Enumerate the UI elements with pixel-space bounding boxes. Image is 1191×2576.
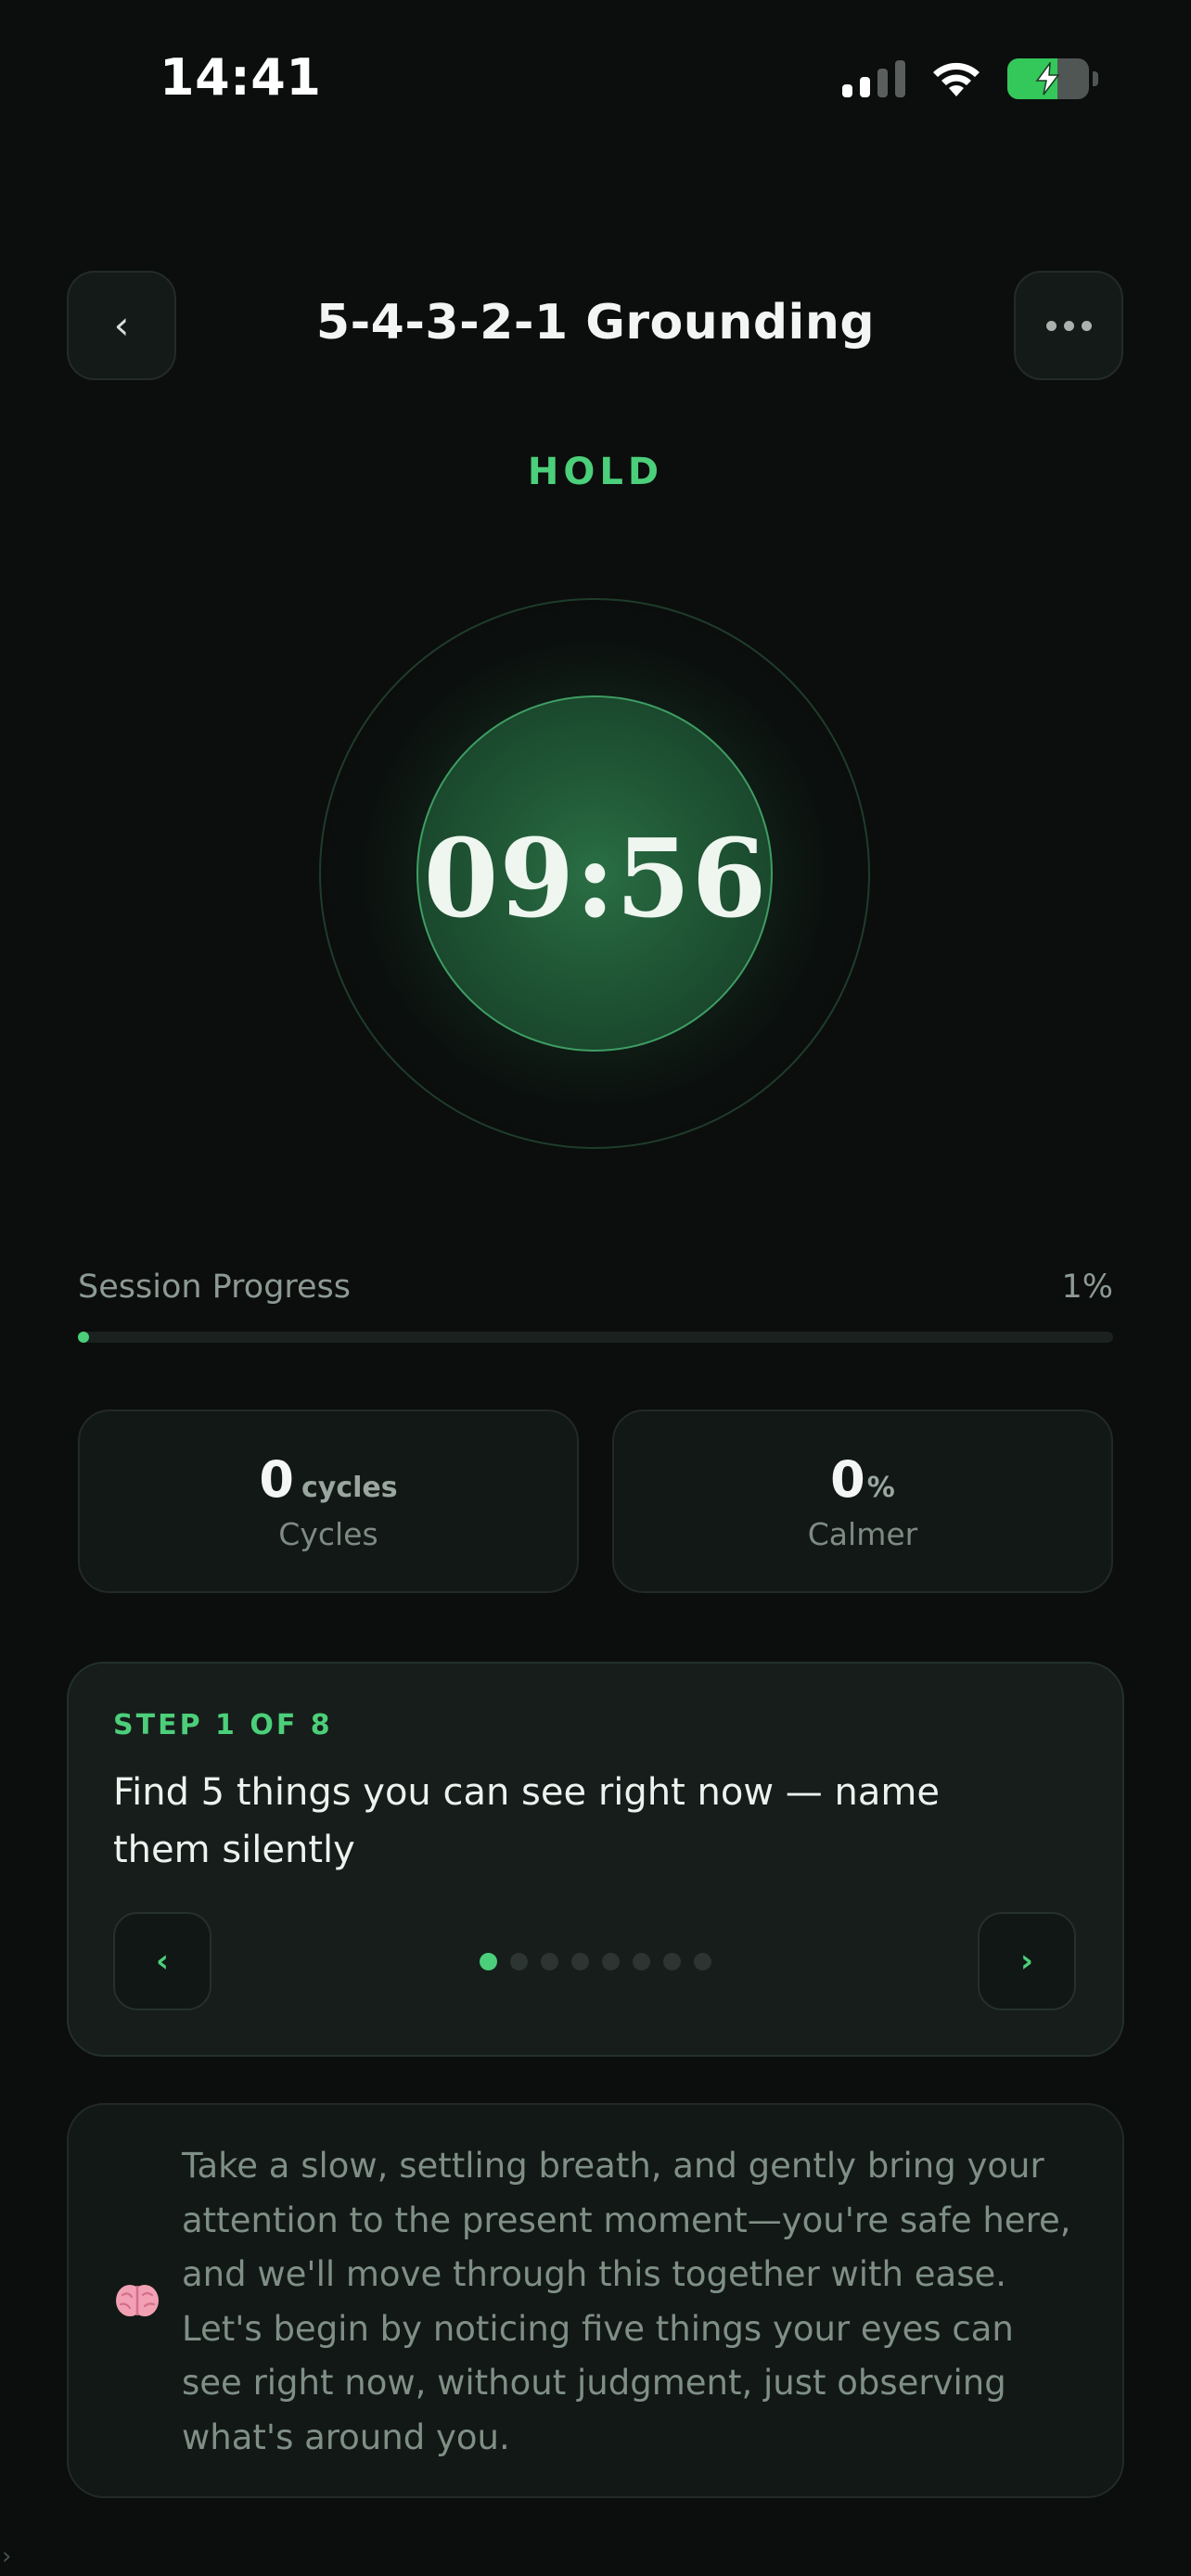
signal-icon	[842, 60, 905, 97]
wifi-icon	[933, 62, 980, 96]
pager-dot[interactable]	[633, 1953, 650, 1970]
stat-label: Calmer	[807, 1516, 918, 1552]
chevron-left-icon: ‹	[155, 1943, 169, 1980]
stat-card-calmer: 0 % Calmer	[612, 1409, 1113, 1593]
battery-charging-icon	[1007, 58, 1098, 99]
status-time: 14:41	[160, 48, 322, 107]
breath-phase: HOLD	[527, 451, 664, 493]
progress-label: Session Progress	[78, 1269, 352, 1306]
stat-value: 0	[830, 1450, 865, 1509]
previous-step-button[interactable]: ‹	[113, 1912, 211, 2010]
more-button[interactable]	[1014, 271, 1123, 380]
status-icons	[842, 56, 1098, 102]
guide-message: Take a slow, settling breath, and gently…	[182, 2146, 1071, 2457]
pager-dot[interactable]	[571, 1953, 589, 1970]
step-instruction: Find 5 things you can see right now — na…	[113, 1771, 940, 1871]
stat-unit: %	[866, 1472, 895, 1504]
brain-icon	[116, 2285, 159, 2316]
pager-dot[interactable]	[663, 1953, 681, 1970]
stat-label: Cycles	[278, 1516, 378, 1552]
progress-track	[78, 1332, 1113, 1343]
pager-dot[interactable]	[602, 1953, 620, 1970]
pager-dot[interactable]	[480, 1953, 497, 1970]
more-horizontal-icon	[1045, 320, 1092, 331]
step-pager	[480, 1953, 711, 1970]
pager-dot[interactable]	[541, 1953, 558, 1970]
session-timer: 09:56	[423, 816, 768, 942]
step-counter: STEP 1 OF 8	[113, 1709, 333, 1741]
corner-chevron-icon: ›	[2, 2543, 12, 2570]
chevron-right-icon: ›	[1019, 1943, 1033, 1980]
page-title: 5-4-3-2-1 Grounding	[315, 295, 876, 351]
stat-value: 0	[259, 1450, 294, 1509]
progress-percent: 1%	[1061, 1269, 1113, 1306]
pager-dot[interactable]	[694, 1953, 711, 1970]
pager-dot[interactable]	[510, 1953, 528, 1970]
stat-card-cycles: 0 cycles Cycles	[78, 1409, 579, 1593]
next-step-button[interactable]: ›	[978, 1912, 1076, 2010]
stat-unit: cycles	[301, 1472, 398, 1504]
progress-fill	[78, 1332, 89, 1343]
